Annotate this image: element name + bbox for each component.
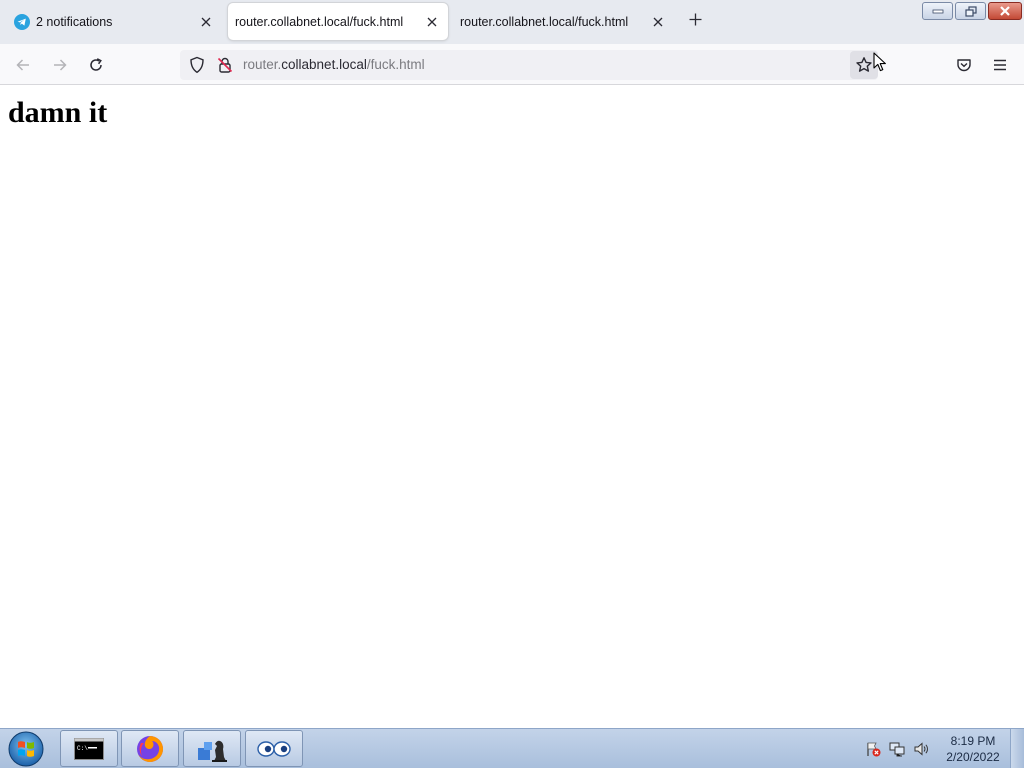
tab-strip: 2 notifications router.collabnet.local/f… (0, 0, 1024, 44)
clock-date: 2/20/2022 (946, 750, 1000, 764)
restore-button[interactable] (955, 2, 986, 20)
page-heading: damn it (8, 96, 108, 129)
arrow-right-icon (54, 59, 67, 71)
back-button[interactable] (10, 52, 36, 78)
close-icon (1000, 6, 1010, 16)
taskbar-firefox-button[interactable] (121, 730, 179, 767)
shield-icon[interactable] (188, 56, 206, 74)
eyes-icon (257, 740, 291, 757)
taskbar-chess-button[interactable] (183, 730, 241, 767)
url-prefix: router. (243, 57, 282, 72)
pocket-icon (957, 59, 971, 72)
close-tab-icon[interactable] (422, 12, 442, 32)
tab-title: 2 notifications (36, 14, 113, 29)
firefox-icon (137, 735, 163, 762)
svg-text:C:\: C:\ (77, 745, 88, 752)
pocket-button[interactable] (951, 52, 977, 78)
windows-start-icon (8, 731, 44, 767)
reload-icon (90, 58, 102, 71)
url-text[interactable]: router.collabnet.local/fuck.html (243, 57, 425, 72)
system-tray (864, 737, 930, 761)
action-center-flag-icon[interactable] (864, 740, 882, 758)
url-host: collabnet.local (281, 57, 367, 72)
network-icon[interactable] (888, 740, 906, 758)
tab-title: router.collabnet.local/fuck.html (235, 14, 404, 29)
taskbar: C:\ 8:19 PM 2/20/2022 (0, 728, 1024, 768)
window-caption-buttons (922, 2, 1022, 20)
insecure-lock-icon[interactable] (216, 56, 234, 74)
arrow-left-icon (16, 59, 29, 71)
command-prompt-icon: C:\ (74, 737, 104, 760)
new-tab-button[interactable] (684, 11, 706, 33)
reload-button[interactable] (83, 52, 109, 78)
taskbar-eyes-button[interactable] (245, 730, 303, 767)
star-icon (856, 57, 872, 72)
hamburger-menu-icon (994, 59, 1006, 71)
menu-button[interactable] (987, 52, 1013, 78)
minimize-icon (932, 9, 943, 14)
start-button[interactable] (6, 730, 46, 768)
url-path: /fuck.html (366, 57, 425, 72)
tab-router[interactable]: router.collabnet.local/fuck.html (452, 3, 674, 40)
desktop-screen: 2 notifications router.collabnet.local/f… (0, 0, 1024, 768)
close-tab-icon[interactable] (648, 12, 668, 32)
forward-button[interactable] (47, 52, 73, 78)
taskbar-cmd-button[interactable]: C:\ (60, 730, 118, 767)
chess-icon (198, 740, 227, 762)
volume-icon[interactable] (912, 740, 930, 758)
close-window-button[interactable] (988, 2, 1022, 20)
page-content: damn it (0, 86, 1024, 728)
telegram-icon (14, 13, 30, 30)
taskbar-clock[interactable]: 8:19 PM 2/20/2022 (940, 733, 1006, 765)
show-desktop-button[interactable] (1010, 729, 1024, 768)
close-tab-icon[interactable] (196, 12, 216, 32)
minimize-button[interactable] (922, 2, 953, 20)
tab-notifications[interactable]: 2 notifications (4, 3, 222, 40)
clock-time: 8:19 PM (950, 734, 996, 748)
plus-icon (689, 13, 702, 31)
tab-title: router.collabnet.local/fuck.html (460, 14, 629, 29)
bookmark-button[interactable] (850, 51, 878, 79)
tab-router-active[interactable]: router.collabnet.local/fuck.html (228, 3, 448, 40)
address-bar[interactable]: router.collabnet.local/fuck.html (180, 50, 878, 80)
navigation-toolbar: router.collabnet.local/fuck.html (0, 44, 1024, 85)
restore-icon (964, 5, 977, 17)
